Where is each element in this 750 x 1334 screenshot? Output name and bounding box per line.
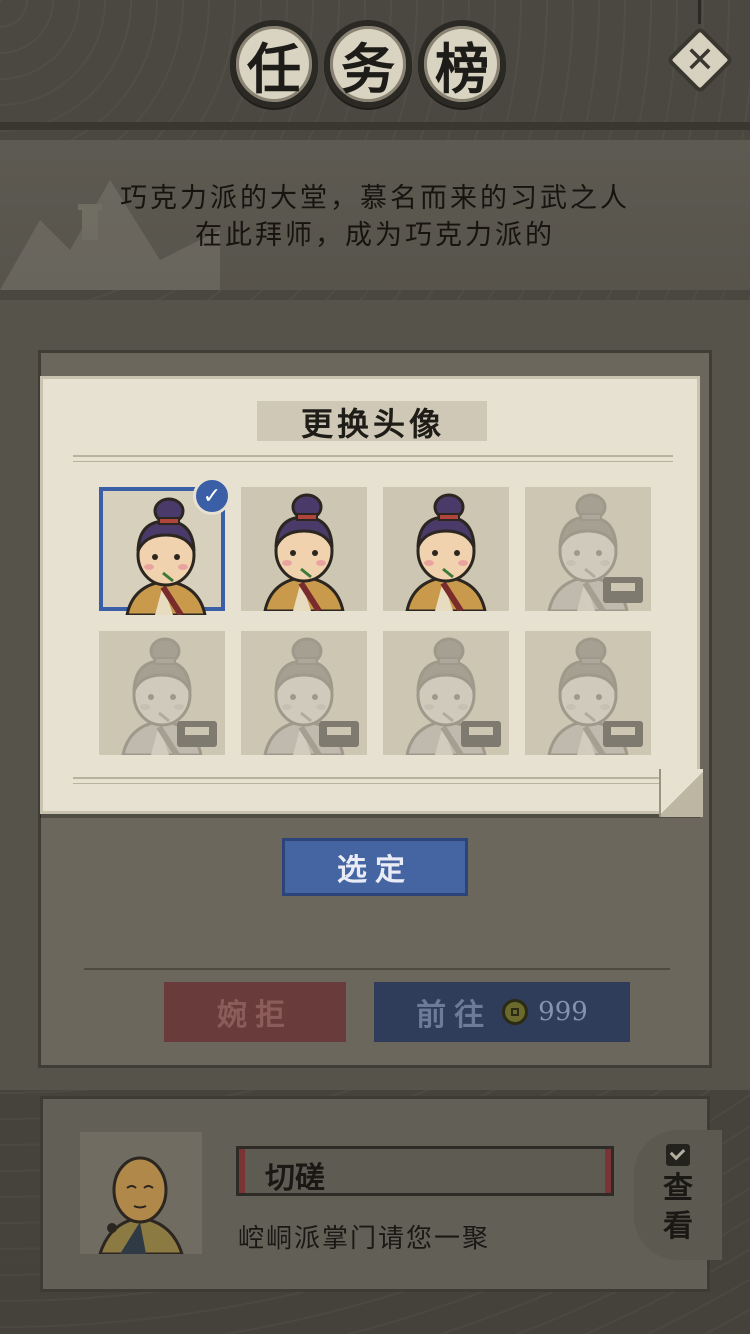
popup-top-rule (73, 455, 673, 457)
avatar-option-8[interactable] (525, 631, 651, 755)
go-cost: 999 (538, 997, 588, 1027)
monk-portrait-icon (98, 1156, 184, 1254)
quest-description-line-2: 在此拜师，成为巧克力派的 (195, 220, 555, 251)
avatar-option-5[interactable] (99, 631, 225, 755)
lock-icon (177, 721, 217, 747)
avatar-option-1[interactable]: ✓ (99, 477, 231, 617)
page-curl (659, 769, 703, 817)
lock-icon (461, 721, 501, 747)
npc-portrait-avatar (80, 1132, 202, 1254)
popup-bottom-rule (73, 777, 673, 779)
title-char-2: 务 (324, 20, 412, 108)
header-divider (0, 122, 750, 130)
npc-name: 切磋 (265, 1161, 325, 1196)
confirm-select-button[interactable]: 选定 (282, 838, 468, 896)
quest-description-banner: 巧克力派的大堂，慕名而来的习武之人 在此拜师，成为巧克力派的 (0, 140, 750, 290)
npc-name-box: 切磋 (236, 1146, 614, 1196)
avatar-option-4[interactable] (525, 487, 651, 611)
go-button-label: 前往 (416, 998, 493, 1033)
disciple-avatar-icon (263, 493, 345, 611)
avatar-grid: ✓ (99, 477, 655, 755)
title-char-1: 任 (230, 20, 318, 108)
quest-divider (84, 968, 670, 970)
go-button[interactable]: 前往 999 (374, 982, 630, 1042)
title-char-3: 榜 (418, 20, 506, 108)
reject-button[interactable]: 婉拒 (164, 982, 346, 1042)
popup-bottom-rule-thin (73, 783, 673, 784)
quest-description: 巧克力派的大堂，慕名而来的习武之人 在此拜师，成为巧克力派的 (0, 180, 750, 254)
check-icon: ✓ (193, 477, 231, 515)
popup-title: 更换头像 (300, 405, 445, 443)
npc-description: 崆峒派掌门请您一聚 (238, 1224, 491, 1254)
lock-icon (603, 721, 643, 747)
close-icon: ✕ (684, 39, 716, 81)
mail-icon (666, 1144, 690, 1166)
close-button[interactable]: ✕ (664, 0, 736, 96)
avatar-option-3[interactable] (383, 487, 509, 611)
hanging-string (698, 0, 701, 24)
avatar-option-7[interactable] (383, 631, 509, 755)
quest-description-line-1: 巧克力派的大堂，慕名而来的习武之人 (120, 183, 630, 214)
lock-icon (319, 721, 359, 747)
change-avatar-popup: 更换头像 ✓ (40, 376, 703, 817)
avatar-option-6[interactable] (241, 631, 367, 755)
avatar-option-2[interactable] (241, 487, 367, 611)
view-button[interactable]: 查看 (634, 1130, 722, 1260)
copper-coin-icon (502, 999, 529, 1025)
disciple-avatar-icon (405, 493, 487, 611)
popup-top-rule-thin (73, 461, 673, 462)
view-button-label: 查看 (663, 1171, 693, 1244)
quest-board-title: 任 务 榜 (230, 20, 506, 108)
lock-icon (603, 577, 643, 603)
